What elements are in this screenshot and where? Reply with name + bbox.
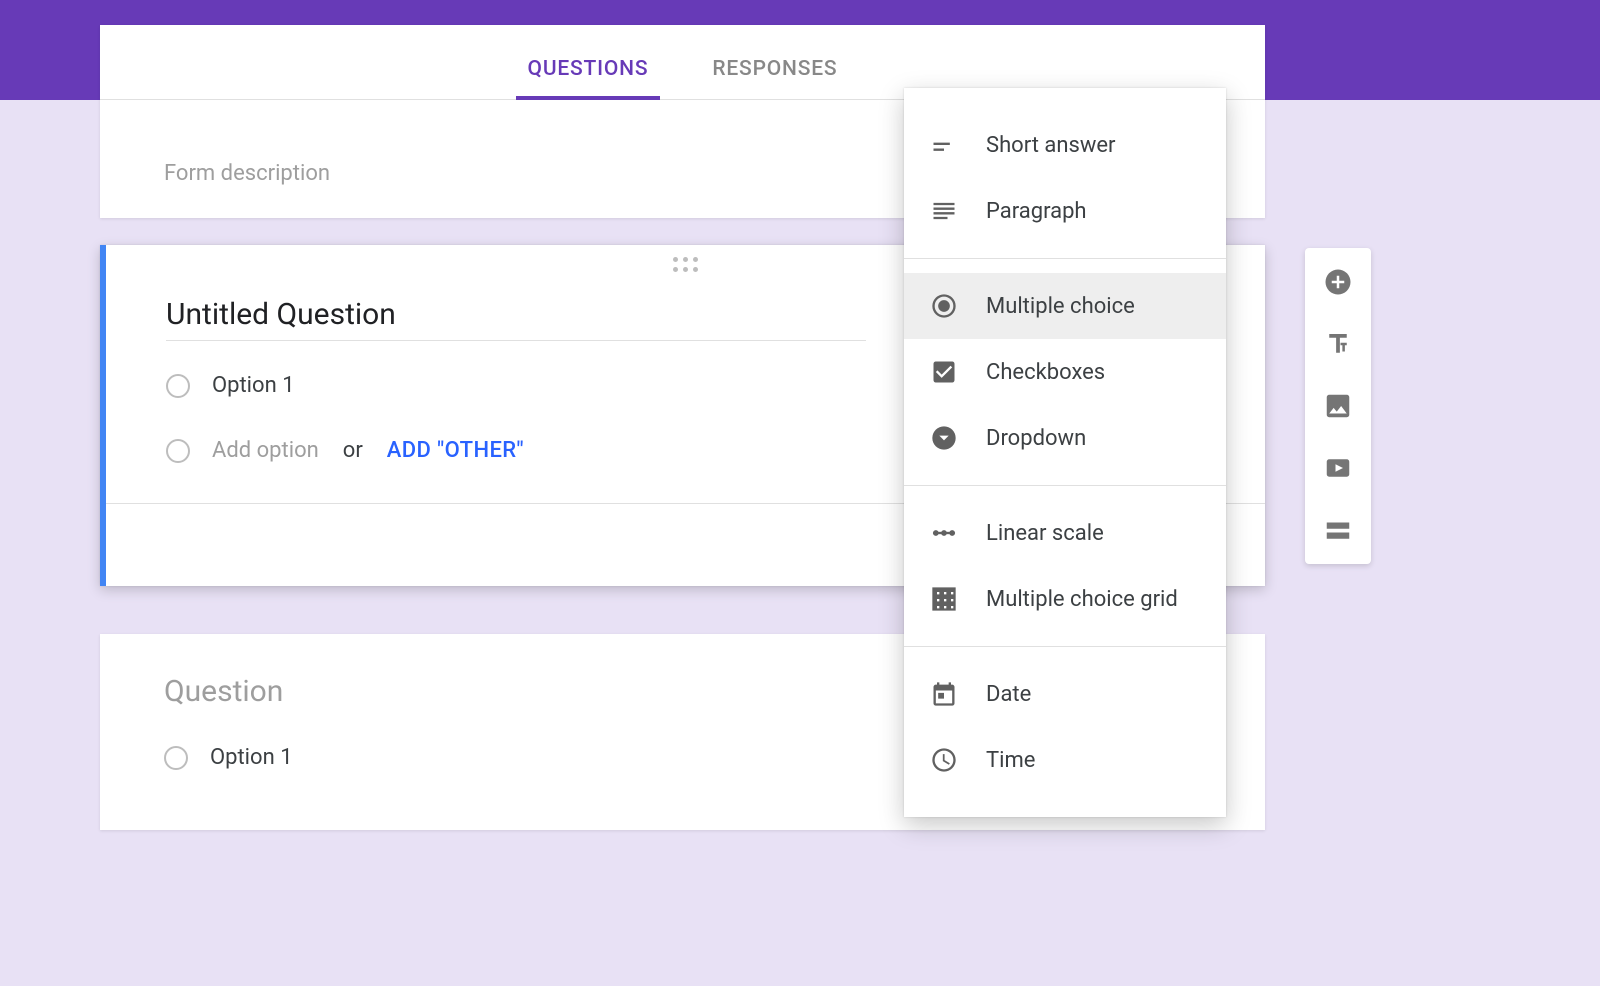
or-label: or — [343, 438, 363, 463]
date-label: Date — [986, 682, 1031, 707]
question-type-menu: Short answer Paragraph Multiple choice C… — [904, 88, 1226, 817]
drag-dots-icon — [673, 257, 698, 275]
checkboxes-label: Checkboxes — [986, 360, 1105, 385]
add-option-button[interactable]: Add option — [212, 438, 319, 463]
text-title-icon — [1323, 329, 1353, 359]
multiple-choice-grid-label: Multiple choice grid — [986, 587, 1178, 612]
short-answer-icon — [930, 131, 958, 159]
video-icon — [1323, 453, 1353, 483]
dropdown-icon — [930, 424, 958, 452]
menu-item-time[interactable]: Time — [904, 727, 1226, 793]
option-1-text[interactable]: Option 1 — [212, 373, 295, 398]
multiple-choice-label: Multiple choice — [986, 294, 1135, 319]
menu-item-multiple-choice-grid[interactable]: Multiple choice grid — [904, 566, 1226, 632]
section-icon — [1323, 515, 1353, 545]
side-toolbar — [1305, 248, 1371, 564]
menu-item-linear-scale[interactable]: Linear scale — [904, 500, 1226, 566]
dropdown-label: Dropdown — [986, 426, 1086, 451]
add-video-button[interactable] — [1322, 452, 1354, 484]
tab-responses[interactable]: RESPONSES — [704, 57, 845, 99]
add-question-button[interactable] — [1322, 266, 1354, 298]
linear-scale-label: Linear scale — [986, 521, 1104, 546]
clock-icon — [930, 746, 958, 774]
add-section-button[interactable] — [1322, 514, 1354, 546]
checkbox-icon — [930, 358, 958, 386]
menu-item-short-answer[interactable]: Short answer — [904, 112, 1226, 178]
menu-item-paragraph[interactable]: Paragraph — [904, 178, 1226, 244]
plus-circle-icon — [1323, 267, 1353, 297]
menu-item-date[interactable]: Date — [904, 661, 1226, 727]
menu-divider — [904, 646, 1226, 647]
menu-item-multiple-choice[interactable]: Multiple choice — [904, 273, 1226, 339]
time-label: Time — [986, 748, 1035, 773]
menu-divider — [904, 485, 1226, 486]
option-1-text: Option 1 — [210, 745, 293, 770]
grid-icon — [930, 585, 958, 613]
radio-icon — [164, 746, 188, 770]
menu-item-checkboxes[interactable]: Checkboxes — [904, 339, 1226, 405]
radio-selected-icon — [930, 292, 958, 320]
short-answer-label: Short answer — [986, 133, 1116, 158]
image-icon — [1323, 391, 1353, 421]
radio-icon — [166, 439, 190, 463]
add-other-button[interactable]: ADD "OTHER" — [387, 438, 524, 463]
paragraph-icon — [930, 197, 958, 225]
add-title-button[interactable] — [1322, 328, 1354, 360]
question-title-input[interactable]: Untitled Question — [166, 297, 866, 341]
calendar-icon — [930, 680, 958, 708]
add-image-button[interactable] — [1322, 390, 1354, 422]
paragraph-label: Paragraph — [986, 199, 1087, 224]
tab-questions[interactable]: QUESTIONS — [520, 57, 657, 99]
radio-icon — [166, 374, 190, 398]
linear-scale-icon — [930, 519, 958, 547]
menu-divider — [904, 258, 1226, 259]
menu-item-dropdown[interactable]: Dropdown — [904, 405, 1226, 471]
